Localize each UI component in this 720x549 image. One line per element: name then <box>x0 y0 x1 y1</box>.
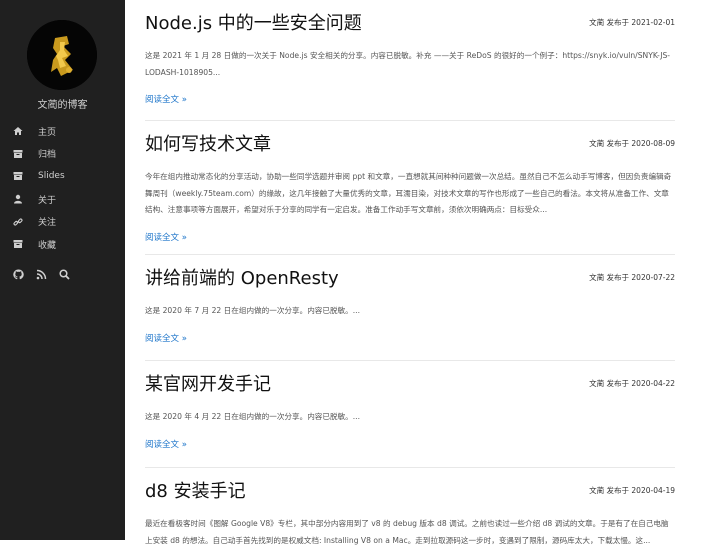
social-links <box>13 269 82 280</box>
post-excerpt: 这是 2020 年 7 月 22 日在组内做的一次分享。内容已脱敏。... <box>145 306 361 315</box>
post-item: 某官网开发手记 文蔺 发布于 2020-04-22 这是 2020 年 4 月 … <box>145 361 675 468</box>
sidebar-item-about[interactable]: 关于 <box>0 188 125 211</box>
avatar[interactable] <box>27 20 97 90</box>
post-meta: 文蔺 发布于 2020-04-22 <box>589 379 675 388</box>
blog-name[interactable]: 文蔺的博客 <box>0 96 125 111</box>
link-icon <box>13 217 23 227</box>
sidebar: 文蔺的博客 主页 归档 Slides 关于 关注 收藏 <box>0 0 125 540</box>
slides-icon <box>13 171 23 181</box>
user-icon <box>13 194 23 204</box>
read-more-link[interactable]: 阅读全文 » <box>145 231 187 243</box>
sidebar-item-home[interactable]: 主页 <box>0 120 125 143</box>
sidebar-item-label: 收藏 <box>38 240 57 251</box>
post-item: d8 安装手记 文蔺 发布于 2020-04-19 最近在看极客时间《图解 Go… <box>145 468 675 549</box>
sidebar-item-label: 归档 <box>38 150 57 161</box>
read-more-link[interactable]: 阅读全文 » <box>145 93 187 105</box>
search-icon[interactable] <box>59 269 70 280</box>
sidebar-item-follow[interactable]: 关注 <box>0 210 125 233</box>
sidebar-item-archive[interactable]: 归档 <box>0 143 125 166</box>
post-item: Node.js 中的一些安全问题 文蔺 发布于 2021-02-01 这是 20… <box>145 0 675 121</box>
post-excerpt: 这是 2021 年 1 月 28 日做的一次关于 Node.js 安全相关的分享… <box>145 51 671 77</box>
post-list: Node.js 中的一些安全问题 文蔺 发布于 2021-02-01 这是 20… <box>145 0 675 549</box>
read-more-link[interactable]: 阅读全文 » <box>145 438 187 450</box>
sidebar-item-favorites[interactable]: 收藏 <box>0 233 125 256</box>
post-meta: 文蔺 发布于 2020-07-22 <box>589 273 675 282</box>
post-meta: 文蔺 发布于 2021-02-01 <box>589 18 675 27</box>
sidebar-item-slides[interactable]: Slides <box>0 165 125 188</box>
post-excerpt: 最近在看极客时间《图解 Google V8》专栏，其中部分内容用到了 v8 的 … <box>145 519 669 545</box>
sidebar-item-label: 关于 <box>38 195 57 206</box>
bookmark-box-icon <box>13 239 23 249</box>
read-more-link[interactable]: 阅读全文 » <box>145 332 187 344</box>
sidebar-item-label: 关注 <box>38 218 57 229</box>
sidebar-item-label: 主页 <box>38 127 57 138</box>
avatar-image <box>27 20 97 90</box>
post-meta: 文蔺 发布于 2020-04-19 <box>589 486 675 495</box>
archive-icon <box>13 149 23 159</box>
post-excerpt: 这是 2020 年 4 月 22 日在组内做的一次分享。内容已脱敏。... <box>145 412 361 421</box>
sidebar-item-label: Slides <box>38 171 65 182</box>
github-icon[interactable] <box>13 269 24 280</box>
sidebar-nav: 主页 归档 Slides 关于 关注 收藏 <box>0 120 125 256</box>
post-meta: 文蔺 发布于 2020-08-09 <box>589 139 675 148</box>
rss-icon[interactable] <box>36 269 47 280</box>
post-excerpt: 今年在组内推动常态化的分享活动，协助一些同学选题并审阅 ppt 和文章，一直想就… <box>145 172 672 214</box>
post-item: 讲给前端的 OpenResty 文蔺 发布于 2020-07-22 这是 202… <box>145 255 675 361</box>
post-item: 如何写技术文章 文蔺 发布于 2020-08-09 今年在组内推动常态化的分享活… <box>145 121 675 255</box>
home-icon <box>13 126 23 136</box>
